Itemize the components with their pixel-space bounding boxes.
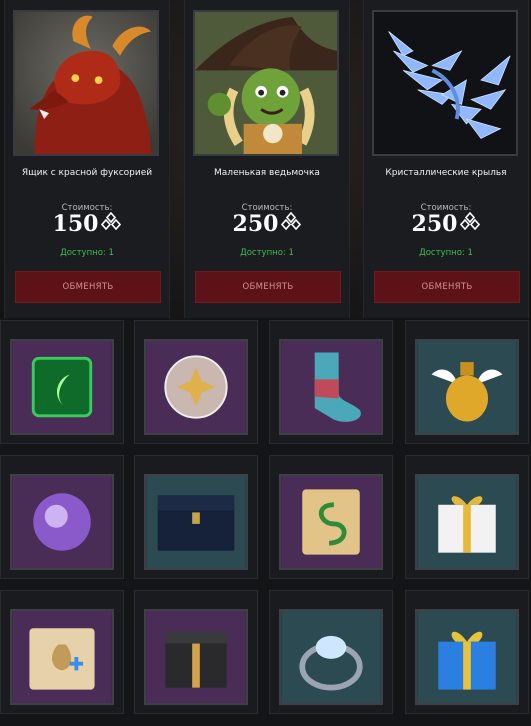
offer-card: Маленькая ведьмочка Стоимость: 250 Досту… <box>184 0 350 318</box>
item-tile[interactable] <box>134 320 258 444</box>
available-count: Доступно: 1 <box>240 248 294 258</box>
green-gem-icon <box>10 339 114 435</box>
item-tile[interactable] <box>269 455 393 579</box>
item-tile[interactable] <box>0 590 124 714</box>
item-tile[interactable] <box>405 590 529 714</box>
item-tile[interactable] <box>0 455 124 579</box>
price-row: 250 <box>185 211 349 237</box>
purple-orb-icon <box>10 474 114 570</box>
price-value: 150 <box>52 211 99 237</box>
glowing-orb-icon <box>144 339 248 435</box>
available-count: Доступно: 1 <box>419 248 473 258</box>
price-row: 250 <box>364 211 528 237</box>
triple-diamond-icon <box>281 210 302 236</box>
triple-diamond-icon <box>101 210 122 236</box>
price-value: 250 <box>411 211 458 237</box>
triple-diamond-icon <box>460 210 481 236</box>
offer-card: Ящик с красной фуксорией Стоимость: 150 … <box>4 0 170 318</box>
price-row: 150 <box>5 211 169 237</box>
scroll-green-rune-icon <box>279 474 383 570</box>
offer-card: Кристаллические крылья Стоимость: 250 До… <box>363 0 529 318</box>
black-gift-box-icon <box>144 609 248 705</box>
available-count: Доступно: 1 <box>60 248 114 258</box>
sock-icon <box>279 339 383 435</box>
exchange-button[interactable]: ОБМЕНЯТЬ <box>15 271 161 303</box>
red-fox-creature-image <box>13 10 159 156</box>
offer-name: Ящик с красной фуксорией <box>21 168 153 178</box>
offer-name: Кристаллические крылья <box>385 168 507 178</box>
item-tile[interactable] <box>269 320 393 444</box>
item-tile[interactable] <box>134 455 258 579</box>
item-tile[interactable] <box>269 590 393 714</box>
exchange-button[interactable]: ОБМЕНЯТЬ <box>195 271 341 303</box>
offer-name: Маленькая ведьмочка <box>214 168 320 178</box>
exchange-button[interactable]: ОБМЕНЯТЬ <box>374 271 520 303</box>
dark-chest-icon <box>144 474 248 570</box>
golden-potion-icon <box>415 339 519 435</box>
white-gift-box-icon <box>415 474 519 570</box>
item-tile[interactable] <box>134 590 258 714</box>
item-tile[interactable] <box>0 320 124 444</box>
item-tile[interactable] <box>405 455 529 579</box>
little-witch-image <box>193 10 339 156</box>
price-value: 250 <box>232 211 279 237</box>
treasure-map-icon <box>10 609 114 705</box>
blue-gift-box-icon <box>415 609 519 705</box>
crystal-wings-image <box>372 10 518 156</box>
crystal-ring-icon <box>279 609 383 705</box>
item-tile[interactable] <box>405 320 529 444</box>
